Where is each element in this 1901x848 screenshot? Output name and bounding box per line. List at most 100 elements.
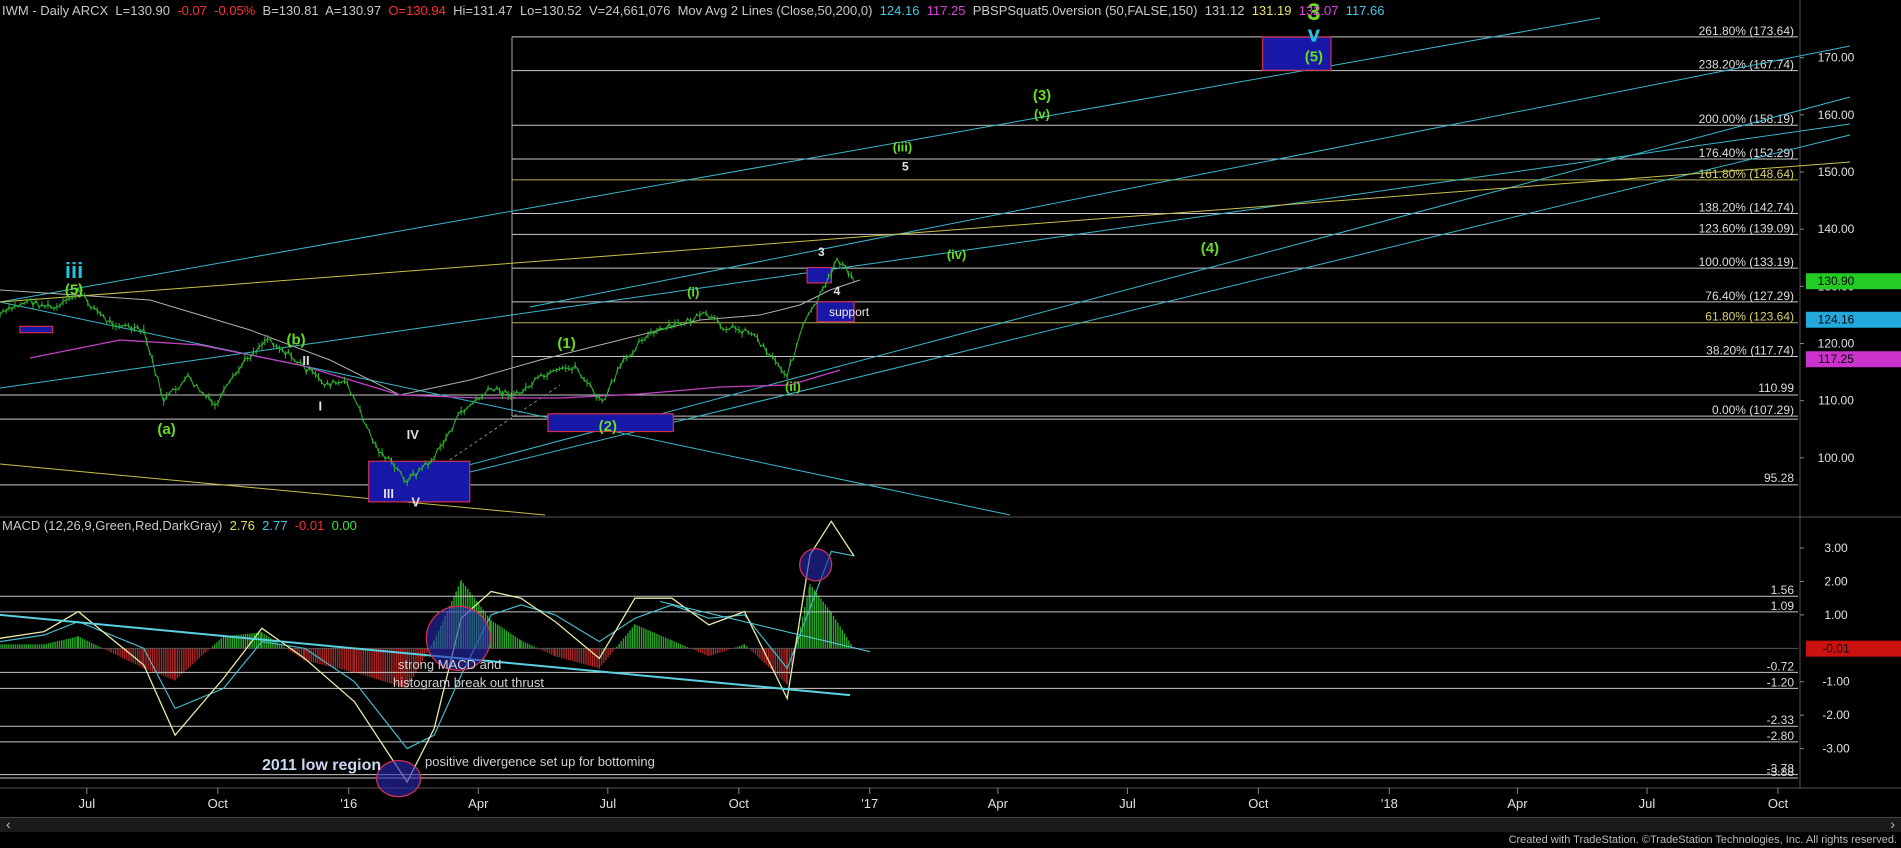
price-tick-label: 170.00 [1818,51,1855,65]
wave-label: II [302,353,309,368]
macd-circle [375,760,422,798]
macd-tick-label: 2.00 [1824,574,1848,588]
macd-tick-label: 3.00 [1824,541,1848,555]
wave-label: iii [65,258,83,283]
price-tick-label: 160.00 [1818,108,1855,122]
wave-label: (2) [599,418,617,435]
x-tick-label: Jul [1119,796,1136,811]
level-label: 95.28 [1764,471,1794,485]
x-tick-label: Apr [468,796,489,811]
wave-label: 5 [902,159,909,173]
price-badge-label: 124.16 [1818,313,1855,327]
header-pbsp-label: PBSPSquat5.0version (50,FALSE,150) [972,3,1198,18]
fib-label: 61.80% (123.64) [1705,310,1794,324]
annotation-text: positive divergence set up for bottoming [425,754,655,769]
header-symbol: IWM - Daily ARCX [2,3,109,18]
header-lo: Lo=130.52 [519,3,582,18]
horizontal-scrollbar[interactable]: ‹ › [0,816,1901,832]
macd-level-label: 1.56 [1771,583,1795,597]
x-tick-label: Oct [208,796,229,811]
x-tick-label: '17 [861,796,878,811]
macd-header-v2: 2.77 [262,518,288,533]
macd-tick-label: -3.00 [1822,742,1850,756]
x-tick-label: '16 [340,796,357,811]
header-pbsp3: 132.07 [1298,3,1339,18]
macd-level-label: -0.72 [1767,659,1795,673]
wave-label: (v) [1034,106,1050,121]
annotation-text: histogram break out thrust [393,675,544,690]
header-ma2: 117.25 [926,3,966,18]
wave-label: (iii) [893,139,913,154]
wave-label: (3) [1033,87,1051,104]
x-tick-label: Apr [988,796,1009,811]
footer-credit: Created with TradeStation. ©TradeStation… [1508,834,1897,846]
wave-label: (b) [287,332,306,349]
scroll-left-icon[interactable]: ‹ [6,816,11,832]
wave-label: IV [407,427,420,442]
wave-label: (1) [557,335,575,352]
wave-label: (a) [157,421,175,438]
header-open: O=130.94 [388,3,446,18]
macd-tick-label: 1.00 [1824,608,1848,622]
wave-label: V [411,494,420,509]
annotation-text: 2011 low region [262,757,381,774]
scroll-right-icon[interactable]: › [1890,816,1895,832]
fib-label: 0.00% (107.29) [1712,403,1794,417]
price-badge-label: 117.25 [1818,352,1854,366]
macd-header-v4: 0.00 [331,518,357,533]
wave-label: (i) [687,285,699,300]
macd-level-label: -2.80 [1767,729,1795,743]
macd-level-label: -1.20 [1767,675,1795,689]
fib-label: 176.40% (152.29) [1699,146,1794,160]
macd-badge [1806,640,1901,657]
price-badge-label: 130.90 [1818,274,1855,288]
header-ma1: 124.16 [879,3,920,18]
header-hi: Hi=131.47 [453,3,513,18]
wave-label: (iv) [947,247,967,262]
fib-label: 76.40% (127.29) [1705,289,1794,303]
price-tick-label: 100.00 [1818,451,1855,465]
macd-header-label: MACD (12,26,9,Green,Red,DarkGray) [2,518,223,533]
header-pbsp4: 117.66 [1345,3,1385,18]
macd-tick-label: -1.00 [1822,675,1850,689]
macd-badge-label: -0.01 [1822,642,1850,656]
x-tick-label: Oct [1768,796,1789,811]
fib-label: 38.20% (117.74) [1706,343,1794,357]
x-tick-label: '18 [1381,796,1398,811]
wave-label: III [383,486,394,501]
wave-label: 3 [818,245,825,259]
fib-label: 100.00% (133.19) [1699,255,1794,269]
wave-label: v [1308,22,1321,47]
wave-label: (5) [1305,49,1323,66]
target-box [806,266,832,284]
macd-header-v3: -0.01 [294,518,325,533]
header-last: L=130.90 [115,3,170,18]
x-tick-label: Oct [729,796,750,811]
x-tick-label: Jul [1639,796,1656,811]
fib-label: 123.60% (139.09) [1699,221,1794,235]
level-label: 110.99 [1758,381,1794,395]
macd-level-label: -3.88 [1767,765,1795,779]
header-chg-pct: -0.05% [214,3,256,18]
price-tick-label: 150.00 [1818,165,1855,179]
header-ask: A=130.97 [325,3,382,18]
x-tick-label: Oct [1248,796,1269,811]
chart-svg: 261.80% (173.64)238.20% (167.74)200.00% … [0,0,1901,848]
header-ma-label: Mov Avg 2 Lines (Close,50,200,0) [677,3,873,18]
fib-label: 138.20% (142.74) [1699,201,1794,215]
header-bid: B=130.81 [262,3,319,18]
macd-level-label: 1.09 [1771,599,1795,613]
macd-header-v1: 2.76 [229,518,255,533]
price-tick-label: 120.00 [1818,337,1855,351]
price-tick-label: 140.00 [1818,222,1855,236]
header-vol: V=24,661,076 [589,3,671,18]
macd-level-label: -2.33 [1767,713,1795,727]
fib-label: 261.80% (173.64) [1699,24,1794,38]
annotation-text: strong MACD and [398,657,501,672]
x-tick-label: Jul [79,796,96,811]
price-header: IWM - Daily ARCX L=130.90 -0.07 -0.05% B… [2,3,1384,18]
header-chg: -0.07 [177,3,207,18]
wave-label: (4) [1201,240,1219,257]
macd-circle [799,548,833,582]
macd-tick-label: -2.00 [1822,708,1850,722]
